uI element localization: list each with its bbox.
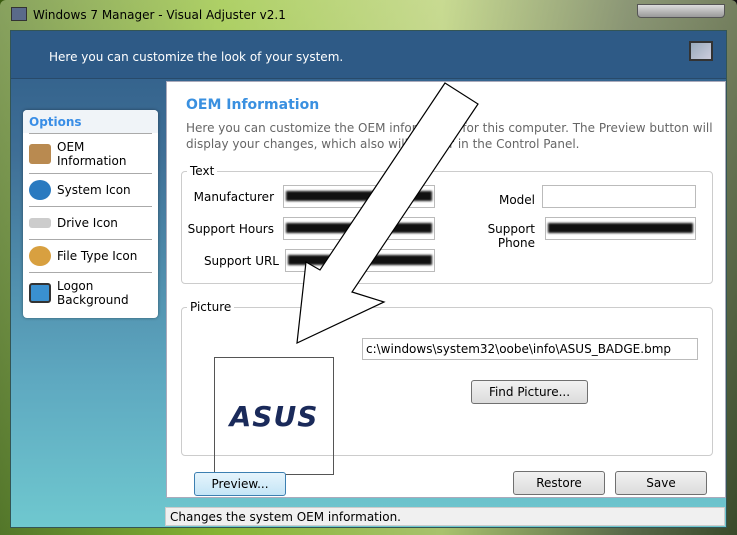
arrow-annotation <box>296 82 479 345</box>
arrow-shape <box>296 82 479 345</box>
